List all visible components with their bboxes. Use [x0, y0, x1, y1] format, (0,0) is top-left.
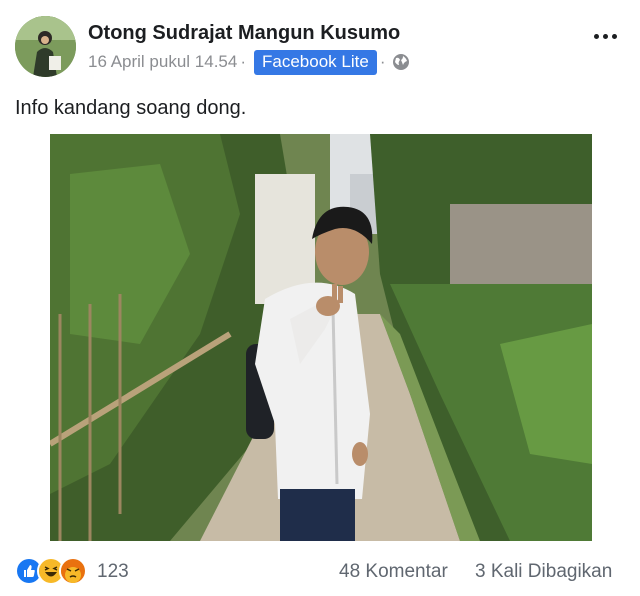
globe-icon [392, 53, 410, 71]
post-meta: 16 April pukul 14.54 · Facebook Lite · [88, 48, 410, 76]
angry-icon [59, 557, 87, 585]
author-avatar[interactable] [15, 16, 76, 77]
post-timestamp[interactable]: 16 April pukul 14.54 [88, 52, 237, 72]
app-badge[interactable]: Facebook Lite [254, 49, 377, 75]
post-footer: 123 48 Komentar 3 Kali Dibagikan [0, 555, 640, 585]
meta-separator: · [240, 52, 247, 71]
reaction-count[interactable]: 123 [97, 561, 129, 583]
shares-count[interactable]: 3 Kali Dibagikan [475, 561, 612, 583]
post-photo[interactable] [50, 134, 592, 541]
meta-separator: · [379, 52, 386, 71]
comments-count[interactable]: 48 Komentar [339, 561, 448, 583]
reactions[interactable] [15, 557, 87, 585]
more-options-icon[interactable] [594, 34, 617, 39]
post-text: Info kandang soang dong. [15, 97, 247, 119]
author-name[interactable]: Otong Sudrajat Mangun Kusumo [88, 22, 400, 45]
